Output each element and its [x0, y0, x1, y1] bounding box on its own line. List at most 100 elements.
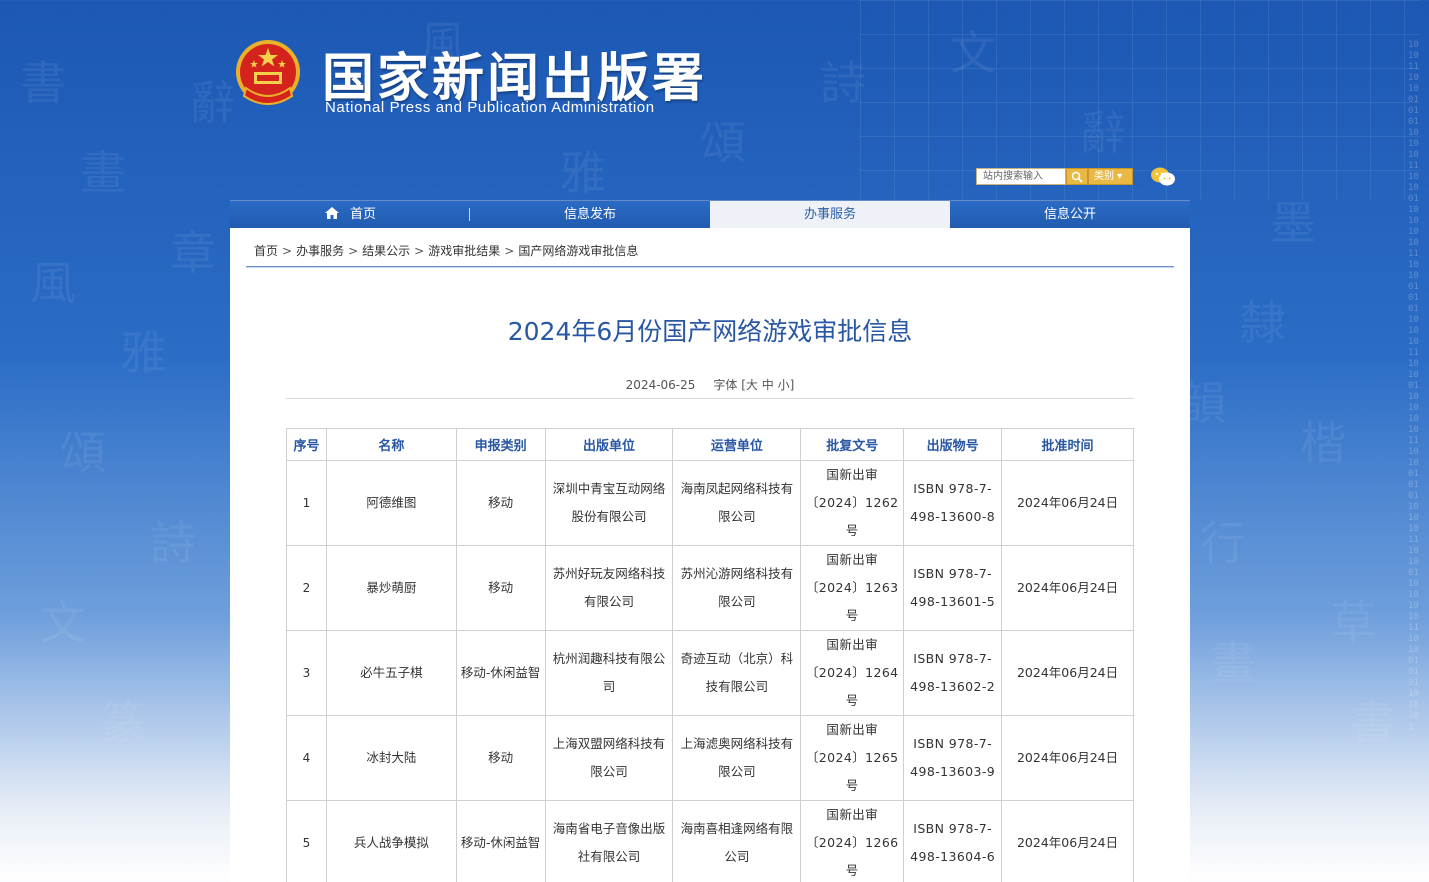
background-binary-strip: 1010111010010101101010111010011010101011… [1408, 40, 1419, 732]
font-size-small[interactable]: 小 [778, 378, 790, 392]
nav-item-home[interactable]: 首页 [230, 201, 470, 228]
cell-publisher: 上海双盟网络科技有限公司 [544, 715, 674, 801]
column-header-name: 名称 [325, 428, 457, 461]
site-search-input[interactable]: 站内搜索输入 [976, 168, 1066, 185]
background-glyph: 文 [40, 596, 86, 650]
background-glyph: 書 [20, 56, 66, 110]
approval-table: 序号 名称 申报类别 出版单位 运营单位 批复文号 出版物号 批准时间 1 阿德… [286, 428, 1134, 882]
breadcrumb-separator: > [282, 244, 293, 258]
font-size-medium[interactable]: 中 [762, 378, 774, 392]
cell-type: 移动 [455, 715, 546, 801]
cell-isbn: ISBN 978-7-498-13602-2 [903, 630, 1003, 716]
cell-name: 暴炒萌厨 [325, 545, 457, 631]
table-row: 5 兵人战争模拟 移动-休闲益智 海南省电子音像出版社有限公司 海南喜相逢网络有… [286, 800, 1134, 882]
cell-approval-no: 国新出审〔2024〕1263号 [800, 545, 905, 631]
nav-item-info-disclosure[interactable]: 信息公开 [950, 201, 1190, 228]
cell-approval-date: 2024年06月24日 [1001, 800, 1134, 882]
breadcrumb-link-game-approvals[interactable]: 游戏审批结果 [428, 244, 500, 258]
nav-item-label: 信息发布 [563, 207, 616, 222]
table-row: 1 阿德维图 移动 深圳中青宝互动网络股份有限公司 海南凤起网络科技有限公司 国… [286, 460, 1134, 546]
cell-operator: 海南凤起网络科技有限公司 [672, 460, 802, 546]
background-glyph: 辭 [190, 76, 236, 130]
cell-no: 3 [286, 630, 327, 716]
background-glyph: 楷 [1300, 416, 1346, 470]
background-glyph: 頌 [700, 116, 746, 170]
cell-approval-date: 2024年06月24日 [1001, 460, 1134, 546]
breadcrumb-divider [246, 266, 1174, 268]
breadcrumb-separator: > [414, 244, 425, 258]
content-panel: 首页 > 办事服务 > 结果公示 > 游戏审批结果 > 国产网络游戏审批信息 2024年6月份国… [230, 228, 1190, 882]
cell-approval-no: 国新出审〔2024〕1264号 [800, 630, 905, 716]
nav-item-label: 办事服务 [803, 207, 856, 222]
cell-name: 阿德维图 [325, 460, 457, 546]
background-glyph: 畫 [80, 146, 126, 200]
national-emblem-icon [236, 40, 300, 105]
cell-isbn: ISBN 978-7-498-13604-6 [903, 800, 1003, 882]
cell-type: 移动 [455, 460, 546, 546]
cell-isbn: ISBN 978-7-498-13603-9 [903, 715, 1003, 801]
cell-no: 1 [286, 460, 327, 546]
cell-type: 移动-休闲益智 [455, 630, 546, 716]
background-glyph: 隸 [1240, 296, 1286, 350]
column-header-operator: 运营单位 [672, 428, 802, 461]
article-title: 2024年6月份国产网络游戏审批信息 [507, 317, 913, 346]
nav-item-label: 信息公开 [1043, 207, 1096, 222]
cell-operator: 苏州沁游网络科技有限公司 [672, 545, 802, 631]
cell-publisher: 海南省电子音像出版社有限公司 [544, 800, 674, 882]
cell-approval-date: 2024年06月24日 [1001, 545, 1134, 631]
wechat-icon[interactable] [1150, 166, 1176, 188]
cell-operator: 奇迹互动（北京）科技有限公司 [672, 630, 802, 716]
font-size-large[interactable]: 大 [746, 378, 758, 392]
column-header-approval-no: 批复文号 [800, 428, 905, 461]
breadcrumb-separator: > [504, 244, 515, 258]
background-glyph: 雅 [120, 326, 166, 380]
nav-item-services[interactable]: 办事服务 [710, 201, 950, 228]
breadcrumb-link-results[interactable]: 结果公示 [362, 244, 410, 258]
cell-type: 移动 [455, 545, 546, 631]
search-icon [1071, 171, 1083, 183]
cell-name: 兵人战争模拟 [325, 800, 457, 882]
cell-no: 4 [286, 715, 327, 801]
background-glyph: 篆 [100, 696, 146, 750]
search-button[interactable] [1066, 168, 1088, 185]
breadcrumb-link-domestic-games[interactable]: 国产网络游戏审批信息 [518, 244, 638, 258]
cell-name: 必牛五子棋 [325, 630, 457, 716]
cell-publisher: 杭州润趣科技有限公司 [544, 630, 674, 716]
column-header-type: 申报类别 [455, 428, 546, 461]
column-header-isbn: 出版物号 [903, 428, 1003, 461]
table-row: 3 必牛五子棋 移动-休闲益智 杭州润趣科技有限公司 奇迹互动（北京）科技有限公… [286, 630, 1134, 716]
column-header-publisher: 出版单位 [544, 428, 674, 461]
article-meta: 2024-06-25 字体 [大 中 小] [230, 376, 1190, 393]
meta-divider [286, 398, 1134, 399]
nav-item-info-release[interactable]: 信息发布 [470, 201, 710, 228]
category-dropdown[interactable]: 类别 ▾ [1088, 168, 1133, 185]
background-glyph: 章 [170, 226, 216, 280]
font-size-label: 字体 [ [713, 378, 746, 392]
background-glyph: 風 [30, 256, 76, 310]
cell-approval-no: 国新出审〔2024〕1262号 [800, 460, 905, 546]
column-header-no: 序号 [286, 428, 327, 461]
background-glyph: 雅 [560, 146, 606, 200]
background-glyph: 草 [1330, 596, 1376, 650]
main-nav: 首页 信息发布 办事服务 信息公开 [230, 200, 1190, 228]
background-glyph: 書 [1350, 696, 1396, 750]
breadcrumb: 首页 > 办事服务 > 结果公示 > 游戏审批结果 > 国产网络游戏审批信息 [254, 242, 638, 259]
background-glyph: 墨 [1270, 196, 1316, 250]
nav-item-label: 首页 [349, 207, 376, 222]
cell-approval-no: 国新出审〔2024〕1266号 [800, 800, 905, 882]
publish-date: 2024-06-25 [625, 378, 696, 392]
cell-name: 冰封大陆 [325, 715, 457, 801]
cell-approval-no: 国新出审〔2024〕1265号 [800, 715, 905, 801]
table-row: 2 暴炒萌厨 移动 苏州好玩友网络科技有限公司 苏州沁游网络科技有限公司 国新出… [286, 545, 1134, 631]
breadcrumb-link-home[interactable]: 首页 [254, 244, 278, 258]
background-grid [860, 0, 1420, 200]
cell-operator: 海南喜相逢网络有限公司 [672, 800, 802, 882]
background-glyph: 頌 [60, 426, 106, 480]
background-glyph: 行 [1200, 516, 1246, 570]
cell-type: 移动-休闲益智 [455, 800, 546, 882]
cell-operator: 上海滤奥网络科技有限公司 [672, 715, 802, 801]
cell-approval-date: 2024年06月24日 [1001, 630, 1134, 716]
background-glyph: 畫 [1210, 636, 1256, 690]
column-header-approval-date: 批准时间 [1001, 428, 1134, 461]
breadcrumb-link-services[interactable]: 办事服务 [296, 244, 344, 258]
